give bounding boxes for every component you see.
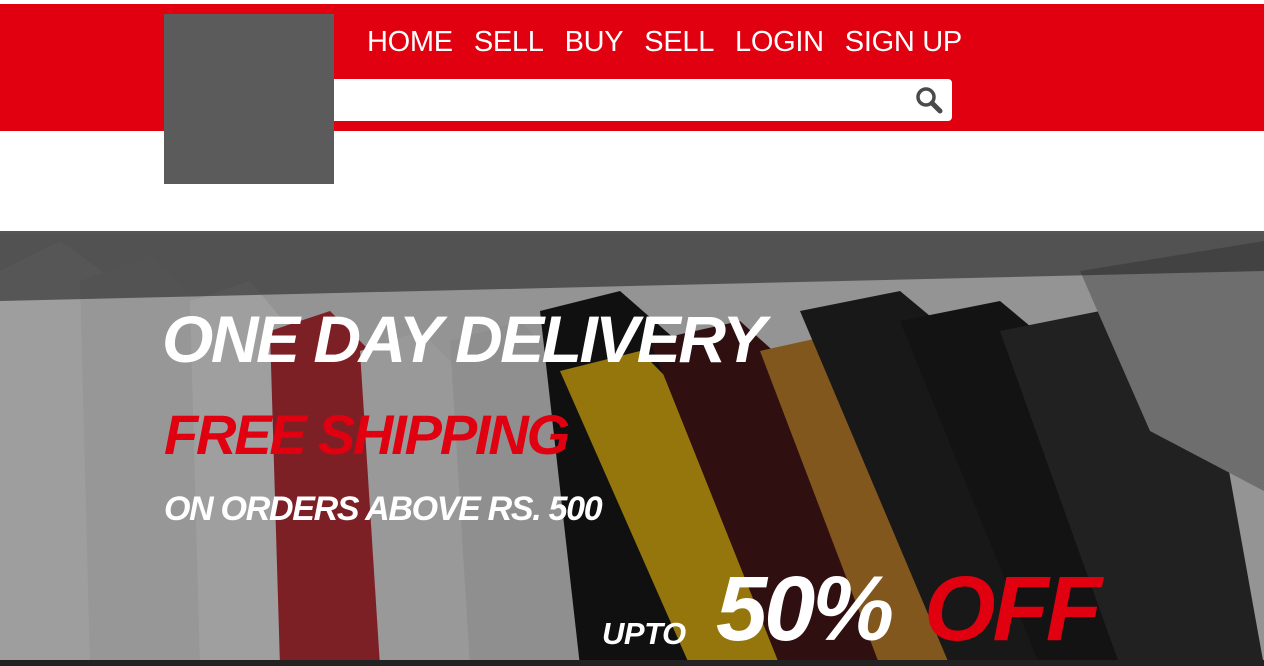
site-logo[interactable] bbox=[164, 14, 334, 184]
nav-login[interactable]: LOGIN bbox=[735, 22, 824, 62]
nav-sell-2[interactable]: SELL bbox=[644, 22, 714, 62]
nav-buy[interactable]: BUY bbox=[565, 22, 624, 62]
nav-sell[interactable]: SELL bbox=[474, 22, 544, 62]
hero-top-border bbox=[0, 231, 1264, 234]
hero-upto: UPTO bbox=[602, 616, 686, 651]
bottom-strip bbox=[0, 660, 1264, 666]
nav-signup[interactable]: SIGN UP bbox=[845, 22, 962, 62]
main-nav: HOME SELL BUY SELL LOGIN SIGN UP bbox=[367, 22, 962, 62]
search-icon bbox=[916, 87, 943, 114]
nav-home[interactable]: HOME bbox=[367, 22, 453, 62]
search-input[interactable] bbox=[338, 79, 912, 123]
hero-banner: ONE DAY DELIVERY FREE SHIPPING ON ORDERS… bbox=[0, 231, 1264, 666]
search-bar bbox=[320, 79, 952, 123]
hero-subheadline: FREE SHIPPING bbox=[164, 403, 570, 466]
search-button[interactable] bbox=[914, 85, 944, 115]
hero-percent: 50% bbox=[716, 558, 894, 660]
hero-headline: ONE DAY DELIVERY bbox=[162, 302, 766, 376]
hero-condition: ON ORDERS ABOVE RS. 500 bbox=[164, 490, 603, 528]
hero-off: OFF bbox=[924, 558, 1102, 660]
page: HOME SELL BUY SELL LOGIN SIGN UP ONE DAY… bbox=[0, 0, 1264, 666]
